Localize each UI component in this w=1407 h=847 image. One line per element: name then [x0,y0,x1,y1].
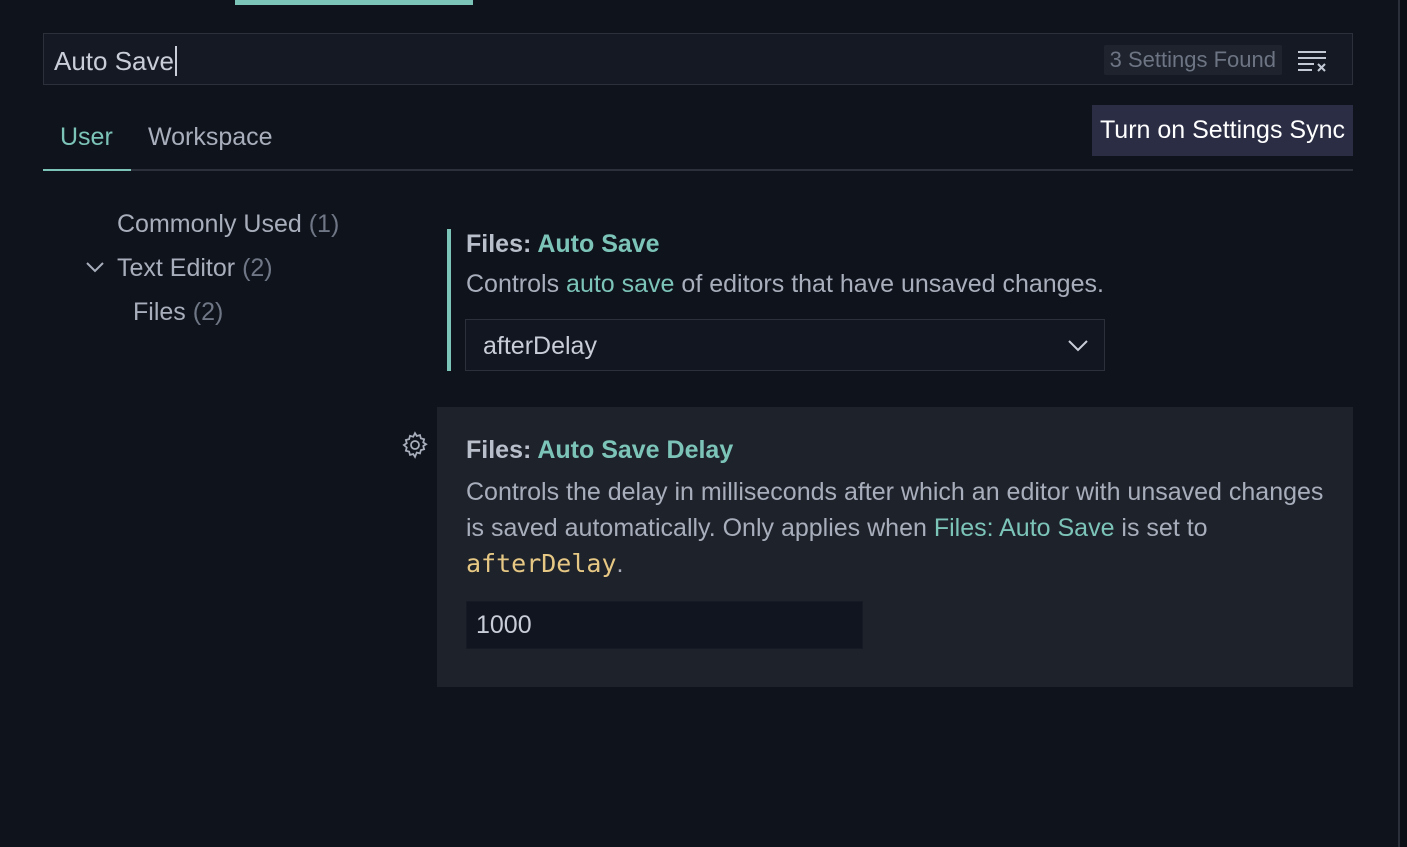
tabs-divider [43,169,1353,171]
toc-item-text-editor[interactable]: Text Editor (2) [117,253,273,283]
desc-text: is set to [1114,514,1208,542]
results-count-badge: 3 Settings Found [1103,45,1282,75]
setting-description: Controls auto save of editors that have … [466,266,1104,302]
desc-text: of editors that have unsaved changes. [674,270,1104,298]
setting-name: Auto Save Delay [537,436,734,464]
setting-files-auto-save-delay: Files: Auto Save Delay Controls the dela… [437,407,1353,687]
toc-item-commonly-used[interactable]: Commonly Used (1) [117,209,339,239]
toc-item-count: (1) [308,210,340,238]
settings-search-input[interactable]: Auto Save [54,46,177,76]
setting-name: Auto Save [537,230,660,258]
text-caret [174,46,177,76]
setting-description: Controls the delay in milliseconds after… [466,474,1326,582]
desc-link[interactable]: auto save [566,270,674,298]
desc-link[interactable]: Files: Auto Save [934,514,1115,542]
auto-save-select[interactable]: afterDelay [465,319,1105,371]
setting-title: Files: Auto Save [466,229,660,259]
tab-workspace[interactable]: Workspace [148,122,273,152]
auto-save-delay-input[interactable]: 1000 [466,601,863,649]
setting-files-auto-save: Files: Auto Save Controls auto save of e… [447,229,1353,371]
setting-category: Files: [466,436,538,464]
toc-item-label: Files [133,298,186,326]
chevron-down-icon [1068,340,1088,352]
toc-item-label: Text Editor [117,254,236,282]
toc-item-label: Commonly Used [117,210,302,238]
tab-user[interactable]: User [60,122,113,152]
desc-code: afterDelay [466,549,617,578]
toc-item-count: (2) [192,298,224,326]
search-query: Auto Save [54,46,174,76]
toc-item-files[interactable]: Files (2) [133,297,223,327]
scrollbar-edge[interactable] [1398,0,1407,847]
chevron-down-icon[interactable] [85,259,105,275]
setting-category: Files: [466,230,538,258]
turn-on-settings-sync-button[interactable]: Turn on Settings Sync [1091,105,1353,156]
settings-editor: Auto Save 3 Settings Found User Workspac… [0,0,1407,847]
settings-scope-tabs: User Workspace Turn on Settings Sync [43,105,1353,171]
gear-icon[interactable] [400,430,430,460]
settings-search-box[interactable]: Auto Save 3 Settings Found [43,33,1353,85]
desc-text: . [616,550,624,578]
select-value: afterDelay [483,332,597,360]
toc-item-count: (2) [242,254,273,282]
clear-filter-icon[interactable] [1296,48,1328,72]
active-tab-underline [43,169,131,171]
setting-title: Files: Auto Save Delay [466,435,733,465]
desc-text: Controls [466,270,567,298]
active-editor-tab-indicator [235,0,473,5]
